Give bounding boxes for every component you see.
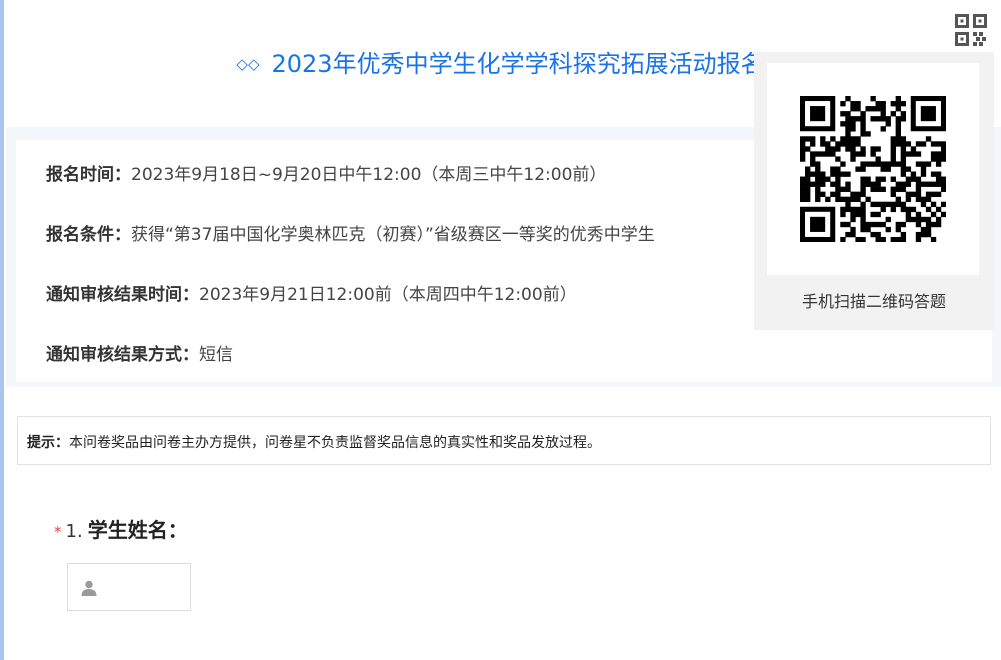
- user-icon: [81, 580, 97, 596]
- tip-text: 提示：本问卷奖品由问卷主办方提供，问卷星不负责监督奖品信息的真实性和奖品发放过程…: [27, 432, 601, 452]
- question-text: 学生姓名：: [87, 518, 188, 542]
- diamond-icon: ◇◇: [236, 55, 260, 73]
- tip-content: 本问卷奖品由问卷主办方提供，问卷星不负责监督奖品信息的真实性和奖品发放过程。: [69, 435, 601, 451]
- qr-frame: [767, 63, 979, 275]
- qr-code-image: [800, 96, 946, 242]
- qr-caption: 手机扫描二维码答题: [801, 292, 946, 311]
- notify-method-label: 通知审核结果方式：: [46, 345, 199, 365]
- left-accent-bar: [0, 0, 4, 660]
- registration-condition-label: 报名条件：: [46, 225, 131, 245]
- registration-condition-value: 获得“第37届中国化学奥林匹克（初赛）”省级赛区一等奖的优秀中学生: [131, 225, 655, 245]
- qr-popup: 手机扫描二维码答题: [754, 52, 994, 330]
- registration-time-value: 2023年9月18日~9月20日中午12:00（本周三中午12:00前）: [131, 165, 607, 185]
- qr-code-icon[interactable]: [955, 14, 987, 46]
- student-name-input[interactable]: [108, 574, 190, 602]
- notify-time-label: 通知审核结果时间：: [46, 285, 199, 305]
- survey-title: 2023年优秀中学生化学学科探究拓展活动报名: [271, 50, 765, 78]
- question-title: * 1. 学生姓名：: [54, 514, 188, 543]
- student-name-field[interactable]: [67, 563, 191, 611]
- question-number: 1.: [65, 521, 83, 542]
- tip-box: 提示：本问卷奖品由问卷主办方提供，问卷星不负责监督奖品信息的真实性和奖品发放过程…: [17, 416, 991, 465]
- registration-time: 报名时间：2023年9月18日~9月20日中午12:00（本周三中午12:00前…: [46, 160, 606, 185]
- registration-condition: 报名条件：获得“第37届中国化学奥林匹克（初赛）”省级赛区一等奖的优秀中学生: [46, 220, 655, 245]
- required-mark: *: [54, 523, 62, 541]
- notify-method-value: 短信: [199, 345, 233, 365]
- notify-time-value: 2023年9月21日12:00前（本周四中午12:00前）: [199, 285, 577, 305]
- notify-time: 通知审核结果时间：2023年9月21日12:00前（本周四中午12:00前）: [46, 280, 577, 305]
- tip-label: 提示：: [27, 435, 69, 451]
- registration-time-label: 报名时间：: [46, 165, 131, 185]
- notify-method: 通知审核结果方式：短信: [46, 340, 233, 365]
